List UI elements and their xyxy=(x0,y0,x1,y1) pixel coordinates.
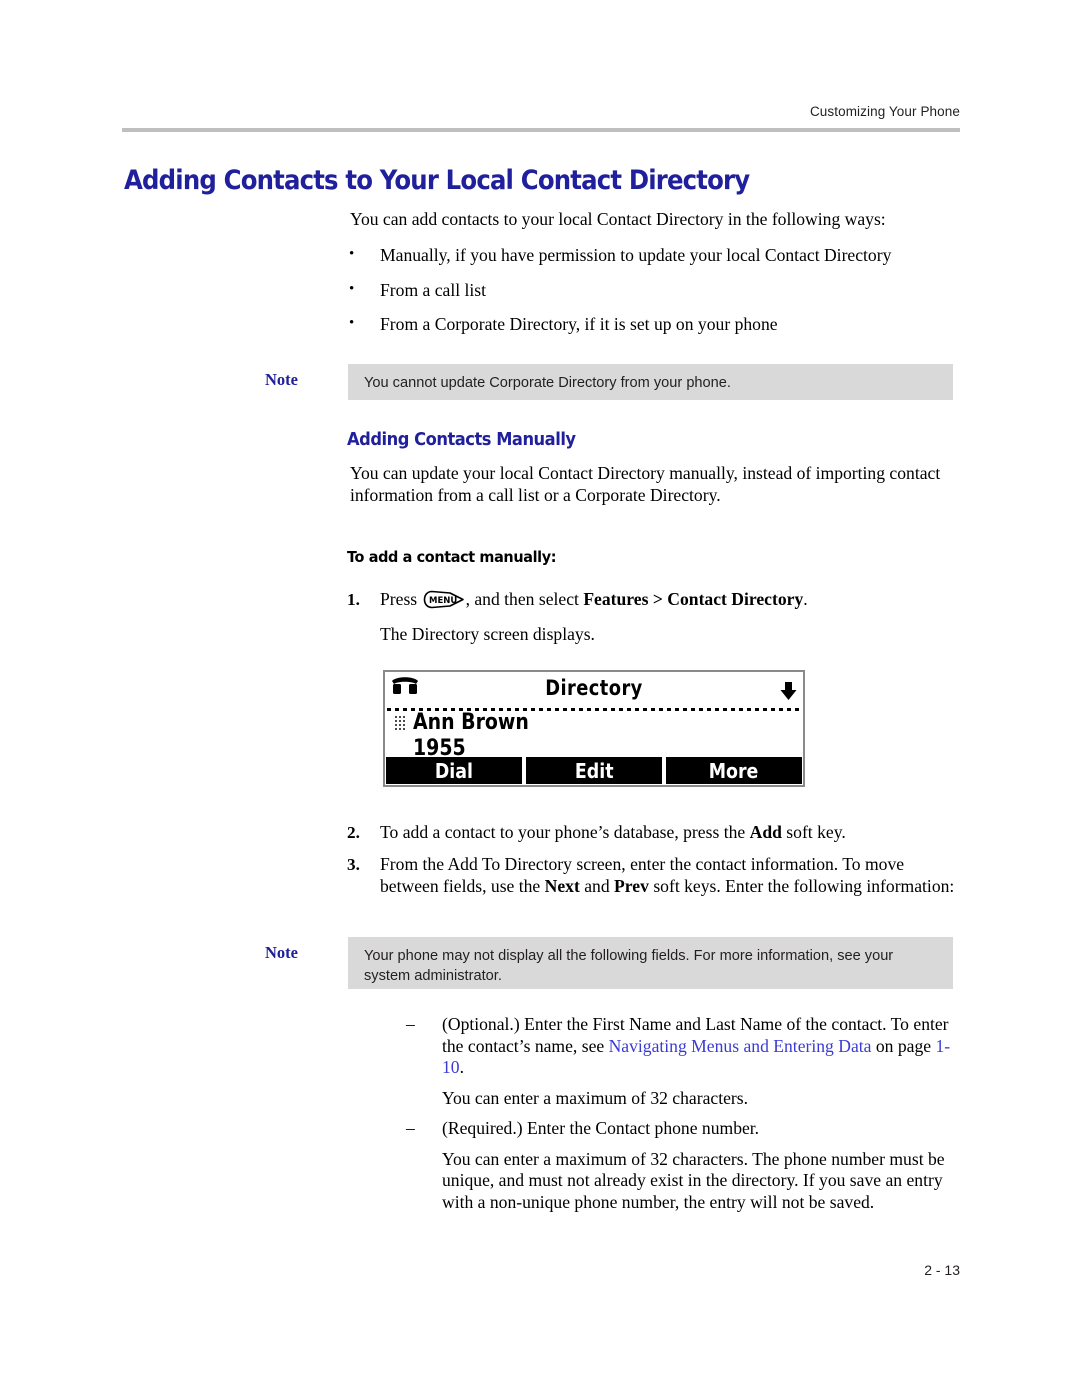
step-text-before: To add a contact to your phone’s databas… xyxy=(380,822,746,842)
note-box: You cannot update Corporate Directory fr… xyxy=(348,364,953,400)
procedure-step-2: 2. To add a contact to your phone’s data… xyxy=(347,822,962,844)
step-number: 1. xyxy=(347,590,360,609)
step-text-mid: and xyxy=(584,875,610,896)
field-note-2: You can enter a maximum of 32 characters… xyxy=(442,1148,945,1212)
procedure-title: To add a contact manually: xyxy=(347,548,557,566)
step-text-after-1: , and then select xyxy=(465,589,579,609)
softkey-more[interactable]: More xyxy=(666,757,802,784)
step-body: To add a contact to your phone’s databas… xyxy=(380,822,962,844)
softkey-label: More xyxy=(709,758,759,783)
subsection-title: Adding Contacts Manually xyxy=(347,430,576,450)
running-header: Customizing Your Phone xyxy=(809,104,960,119)
list-item: – (Optional.) Enter the First Name and L… xyxy=(406,1014,962,1079)
list-item-label: From a call list xyxy=(380,279,487,300)
step-body: Press MENU , and then select Features > … xyxy=(380,589,962,611)
softkey-label: Dial xyxy=(434,758,474,783)
down-arrow-icon xyxy=(780,682,797,701)
step-bold-prev: Prev xyxy=(614,875,649,896)
list-item: • From a call list xyxy=(347,280,962,302)
dash-bullet-icon: – xyxy=(406,1118,415,1138)
note-text: Your phone may not display all the follo… xyxy=(364,948,894,984)
step-bold-add: Add xyxy=(749,822,782,842)
step-body: From the Add To Directory screen, enter … xyxy=(380,854,964,897)
bullet-dot-icon: • xyxy=(349,315,355,331)
note-box: Your phone may not display all the follo… xyxy=(348,937,953,989)
procedure-step-1: 1. Press MENU , and then select Features… xyxy=(347,589,962,611)
bullet-dot-icon: • xyxy=(349,280,355,297)
list-item-label: From a Corporate Directory, if it is set… xyxy=(380,314,778,334)
svg-text:MENU: MENU xyxy=(429,596,457,606)
softkey-dial[interactable]: Dial xyxy=(386,757,522,784)
step-bold-next: Next xyxy=(544,875,580,896)
phone-screen-figure: Directory Ann Brown 1955 Dial Edit More xyxy=(383,670,805,787)
softkey-label: Edit xyxy=(574,758,614,783)
step-text-after: soft key. xyxy=(786,822,846,842)
phone-screen-softkey-row: Dial Edit More xyxy=(385,757,803,785)
phone-screen-titlebar: Directory xyxy=(385,672,803,712)
step-number: 3. xyxy=(347,855,360,874)
list-item: • From a Corporate Directory, if it is s… xyxy=(347,314,962,336)
note-text: You cannot update Corporate Directory fr… xyxy=(364,375,731,391)
step-text-after-2: . xyxy=(803,589,808,609)
phone-screen-title: Directory xyxy=(545,676,643,700)
note-label: Note xyxy=(265,370,298,389)
dash-bullet-icon: – xyxy=(406,1014,415,1034)
menu-key-icon: MENU xyxy=(423,590,465,609)
list-item-label: Manually, if you have permission to upda… xyxy=(380,245,892,265)
keypad-icon xyxy=(395,716,406,732)
step-number: 2. xyxy=(347,823,360,842)
procedure-step-3: 3. From the Add To Directory screen, ent… xyxy=(347,854,964,897)
step-1-result: The Directory screen displays. xyxy=(380,624,595,644)
list-item: • Manually, if you have permission to up… xyxy=(347,245,962,267)
softkey-edit[interactable]: Edit xyxy=(526,757,662,784)
list-item: – (Required.) Enter the Contact phone nu… xyxy=(406,1118,962,1140)
ways-bullet-list: • Manually, if you have permission to up… xyxy=(347,245,962,349)
cross-reference-link[interactable]: Navigating Menus and Entering Data xyxy=(609,1036,872,1056)
page-number-footer: 2 - 13 xyxy=(924,1262,960,1278)
note-label: Note xyxy=(265,943,298,962)
field-note-1: You can enter a maximum of 32 characters… xyxy=(442,1087,749,1108)
phone-screen-contact-row: Ann Brown xyxy=(395,710,548,735)
subsection-paragraph: You can update your local Contact Direct… xyxy=(350,463,941,505)
step-text-before: Press xyxy=(380,589,418,609)
contact-fields-list: – (Optional.) Enter the First Name and L… xyxy=(406,1014,962,1222)
bullet-dot-icon: • xyxy=(349,246,355,262)
field-text-mid: on page xyxy=(875,1035,932,1056)
header-divider-rule xyxy=(122,128,960,132)
document-page: Customizing Your Phone Adding Contacts t… xyxy=(0,0,1080,1397)
intro-paragraph: You can add contacts to your local Conta… xyxy=(350,209,886,229)
step-bold-menupath: Features > Contact Directory xyxy=(583,589,804,609)
step-text-after: soft keys. Enter the following informati… xyxy=(653,875,955,896)
field-text: (Required.) Enter the Contact phone numb… xyxy=(442,1118,760,1138)
page-title: Adding Contacts to Your Local Contact Di… xyxy=(124,165,750,196)
field-text-after: . xyxy=(459,1057,464,1077)
phone-screen-contact-name: Ann Brown xyxy=(413,710,529,735)
